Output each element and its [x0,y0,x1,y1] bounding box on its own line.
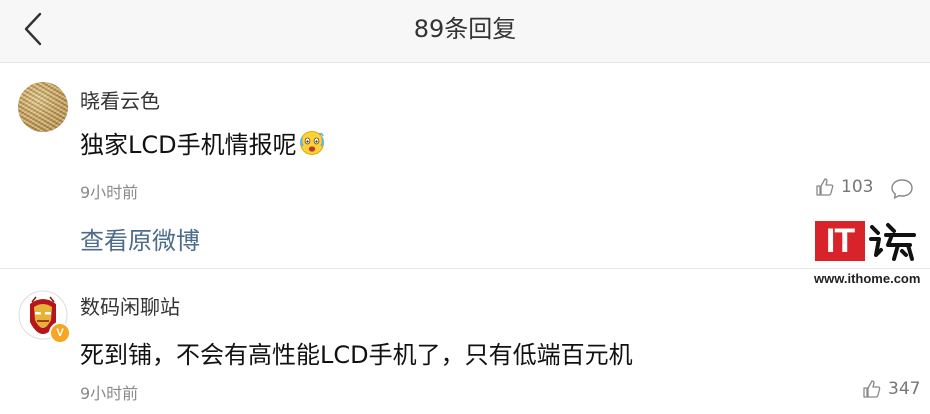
like-count: 103 [841,177,874,197]
ithome-watermark: IT www.ithome.com [812,221,920,291]
ithome-zhi-logo-icon [869,223,916,261]
page-title: 89条回复 [413,15,517,43]
username[interactable]: 数码闲聊站 [80,291,180,320]
comment-item: V 数码闲聊站 死到铺，不会有高性能LCD手机了，只有低端百元机 9小时前 34… [0,269,930,414]
ithome-logo: IT [815,221,865,261]
like-button[interactable]: 347 [862,379,920,399]
ithome-url: www.ithome.com [814,271,921,286]
timestamp: 9小时前 [80,183,139,202]
like-button[interactable]: 103 [815,177,873,197]
verified-badge: V [49,322,71,344]
like-count: 347 [888,379,921,399]
ithome-logo-text: IT [825,222,855,260]
comment-body: 独家LCD手机情报呢 [80,131,297,159]
top-nav-bar: 89条回复 [0,0,930,63]
comment-text: 死到铺，不会有高性能LCD手机了，只有低端百元机 [80,341,633,369]
comment-item: 晓看云色 独家LCD手机情报呢 9小时前 103 查看原微博 [0,63,930,268]
thumbs-up-icon [816,178,834,196]
reply-bubble-icon[interactable] [890,178,914,200]
thumbs-up-icon [863,380,881,398]
view-original-weibo-link[interactable]: 查看原微博 [80,221,200,256]
crying-face-emoji-icon [299,131,324,155]
comment-text: 独家LCD手机情报呢 [80,125,325,160]
username[interactable]: 晓看云色 [80,85,160,114]
avatar[interactable]: V [18,290,71,344]
timestamp: 9小时前 [80,384,139,403]
avatar[interactable] [18,82,68,132]
